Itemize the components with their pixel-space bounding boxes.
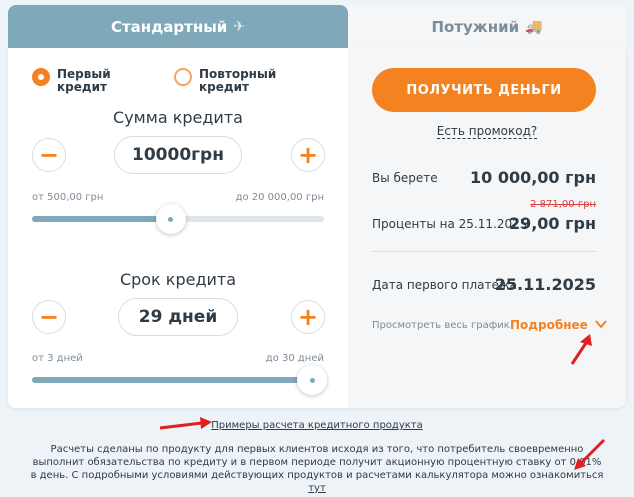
calculator-card: Первый кредит Повторный кредит Сумма кре…	[8, 48, 626, 408]
term-minus-button[interactable]: −	[32, 300, 66, 334]
amount-slider[interactable]	[32, 204, 324, 234]
take-label: Вы берете	[372, 171, 438, 185]
annotation-arrow-icon	[574, 438, 606, 470]
first-credit-label-2: кредит	[57, 80, 107, 94]
first-credit-radio[interactable]: Первый кредит	[32, 68, 111, 94]
tab-standard-label: Стандартный	[110, 17, 228, 36]
annotation-arrow-icon	[570, 334, 592, 365]
annotation-arrow-icon	[159, 417, 212, 430]
tab-standard[interactable]: Стандартный ✈	[8, 5, 348, 48]
promo-code-label: Есть промокод?	[436, 124, 538, 139]
examples-link-label: Примеры расчета кредитного продукта	[211, 420, 423, 431]
truck-icon: 🚚	[525, 18, 543, 35]
radio-checked-icon	[32, 68, 50, 86]
tab-power-label: Потужний	[431, 17, 520, 36]
amount-title: Сумма кредита	[113, 108, 243, 127]
term-title: Срок кредита	[119, 270, 237, 289]
interest-value: 29,00 грн	[508, 214, 596, 233]
radio-unchecked-icon	[174, 68, 192, 86]
plane-icon: ✈	[233, 18, 246, 35]
promo-code-link[interactable]: Есть промокод?	[348, 124, 626, 139]
repeat-credit-label-2: кредит	[199, 80, 249, 94]
term-slider[interactable]	[32, 365, 328, 395]
amount-min-label: от 500,00 грн	[32, 192, 104, 203]
amount-slider-fill	[32, 216, 171, 222]
old-interest-value: 2 871,00 грн	[530, 199, 596, 210]
first-credit-label-1: Первый	[57, 67, 111, 81]
term-slider-fill	[32, 377, 313, 383]
schedule-label: Просмотреть весь график	[372, 320, 510, 331]
amount-value[interactable]: 10000грн	[114, 136, 242, 174]
amount-plus-button[interactable]: +	[291, 138, 325, 172]
repeat-credit-radio[interactable]: Повторный кредит	[174, 68, 276, 94]
summary-divider	[372, 251, 596, 252]
amount-max-label: до 20 000,00 грн	[235, 192, 324, 203]
disclaimer-body: Расчеты сделаны по продукту для первых к…	[30, 444, 604, 481]
amount-minus-button[interactable]: −	[32, 138, 66, 172]
repeat-credit-label-1: Повторный	[199, 67, 277, 81]
term-plus-button[interactable]: +	[291, 300, 325, 334]
get-money-button[interactable]: ПОЛУЧИТЬ ДЕНЬГИ	[372, 68, 596, 112]
amount-slider-handle[interactable]	[155, 204, 186, 234]
here-link[interactable]: тут	[308, 483, 326, 494]
term-slider-handle[interactable]	[297, 365, 328, 395]
term-min-label: от 3 дней	[32, 353, 83, 364]
interest-label: Проценты на 25.11.2025	[372, 217, 528, 231]
take-value: 10 000,00 грн	[469, 168, 596, 187]
tab-power[interactable]: Потужний 🚚	[348, 5, 626, 48]
term-value[interactable]: 29 дней	[118, 298, 238, 336]
first-payment-value: 25.11.2025	[494, 275, 596, 294]
examples-link[interactable]: Примеры расчета кредитного продукта	[0, 420, 634, 431]
disclaimer-text: Расчеты сделаны по продукту для первых к…	[30, 443, 604, 495]
term-max-label: до 30 дней	[265, 353, 324, 364]
chevron-down-icon	[595, 320, 607, 329]
